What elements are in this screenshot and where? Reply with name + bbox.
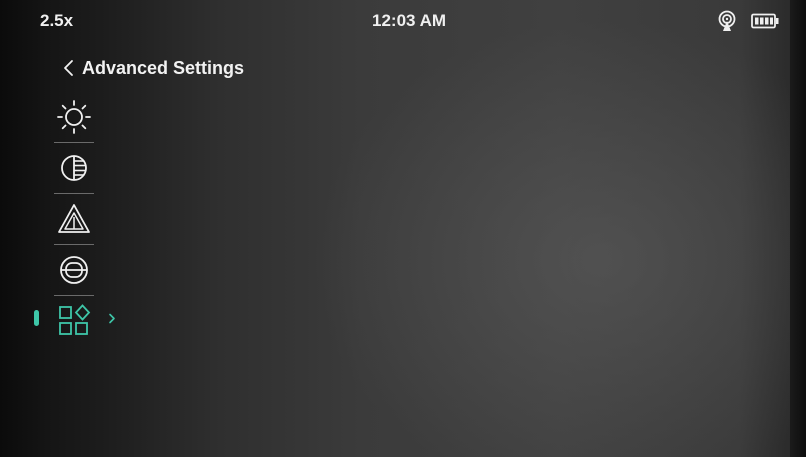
- hotspot-icon: [718, 10, 736, 31]
- sharpness-icon: [58, 204, 90, 233]
- contrast-icon: [61, 155, 87, 181]
- chevron-right-icon[interactable]: [108, 313, 116, 324]
- zoom-level: 2.5x: [40, 11, 74, 30]
- brightness-icon: [57, 100, 91, 134]
- chevron-left-icon: [64, 60, 73, 76]
- back-button[interactable]: Advanced Settings: [62, 56, 244, 80]
- menu-item-calibration[interactable]: [52, 245, 96, 295]
- menu-item-brightness[interactable]: [52, 92, 96, 142]
- menu-item-sharpness[interactable]: [52, 194, 96, 244]
- clock: 12:03 AM: [372, 11, 447, 30]
- right-frame: [790, 0, 806, 457]
- calibration-icon: [60, 256, 88, 284]
- left-frame: [0, 0, 40, 457]
- battery-icon: [751, 13, 779, 29]
- menu-item-more[interactable]: [52, 296, 96, 346]
- screen: 2.5x 12:03 AM Advanced Settings: [0, 0, 806, 457]
- selection-indicator: [34, 310, 39, 326]
- status-bar: 2.5x 12:03 AM: [0, 0, 806, 42]
- page-title: Advanced Settings: [82, 57, 245, 78]
- menu-item-contrast[interactable]: [52, 143, 96, 193]
- more-apps-icon: [59, 304, 91, 335]
